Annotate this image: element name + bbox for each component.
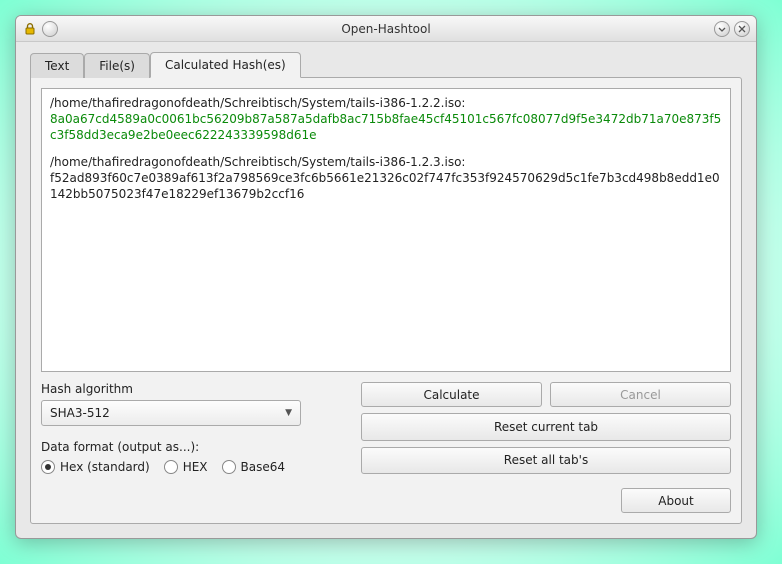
tab-panel-calculated: /home/thafiredragonofdeath/Schreibtisch/…: [30, 77, 742, 524]
result-path: /home/thafiredragonofdeath/Schreibtisch/…: [50, 154, 722, 170]
tab-text[interactable]: Text: [30, 53, 84, 78]
radio-hex-upper[interactable]: HEX: [164, 460, 208, 474]
minimize-button[interactable]: [714, 21, 730, 37]
cancel-button[interactable]: Cancel: [550, 382, 731, 407]
reset-current-tab-button[interactable]: Reset current tab: [361, 413, 731, 441]
algorithm-select[interactable]: SHA3-512 ▼: [41, 400, 301, 426]
window-title: Open-Hashtool: [16, 22, 756, 36]
window-menu-button[interactable]: [42, 21, 58, 37]
tab-calculated[interactable]: Calculated Hash(es): [150, 52, 301, 78]
hash-output[interactable]: /home/thafiredragonofdeath/Schreibtisch/…: [41, 88, 731, 372]
algorithm-label: Hash algorithm: [41, 382, 341, 396]
algorithm-value: SHA3-512: [50, 406, 110, 420]
radio-dot-icon: [222, 460, 236, 474]
result-hash: f52ad893f60c7e0389af613f2a798569ce3fc6b5…: [50, 170, 722, 202]
tab-files[interactable]: File(s): [84, 53, 150, 78]
titlebar: Open-Hashtool: [16, 16, 756, 42]
radio-dot-icon: [41, 460, 55, 474]
result-hash-verified: 8a0a67cd4589a0c0061bc56209b87a587a5dafb8…: [50, 111, 722, 143]
tab-bar: Text File(s) Calculated Hash(es): [30, 52, 742, 77]
format-label: Data format (output as...):: [41, 440, 341, 454]
calculate-button[interactable]: Calculate: [361, 382, 542, 407]
radio-label: Hex (standard): [60, 460, 150, 474]
radio-hex-standard[interactable]: Hex (standard): [41, 460, 150, 474]
about-button[interactable]: About: [621, 488, 731, 513]
content-area: Text File(s) Calculated Hash(es) /home/t…: [16, 42, 756, 538]
format-radio-group: Hex (standard) HEX Base64: [41, 460, 341, 474]
reset-all-tabs-button[interactable]: Reset all tab's: [361, 447, 731, 475]
lock-icon: [22, 21, 38, 37]
chevron-down-icon: ▼: [285, 408, 292, 418]
radio-dot-icon: [164, 460, 178, 474]
close-button[interactable]: [734, 21, 750, 37]
radio-label: HEX: [183, 460, 208, 474]
app-window: Open-Hashtool Text File(s) Calculated Ha…: [15, 15, 757, 539]
radio-base64[interactable]: Base64: [222, 460, 286, 474]
radio-label: Base64: [241, 460, 286, 474]
result-path: /home/thafiredragonofdeath/Schreibtisch/…: [50, 95, 722, 111]
